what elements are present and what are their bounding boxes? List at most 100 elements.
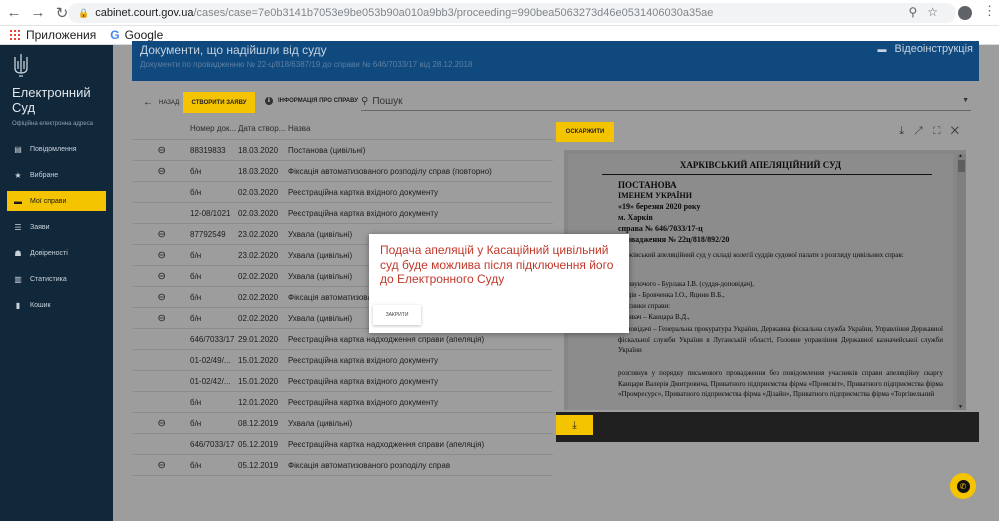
doc-case: справа № 646/7033/17-ц [618,224,703,233]
sidebar-item-notifications[interactable]: ▤ Повідомлення [7,139,106,159]
sidebar-item-statistics[interactable]: ▥ Статистика [7,269,106,289]
cell-name: Реєстраційна картка надходження справи (… [288,439,485,449]
doc-paragraph: розглянув у порядку письмового проваджен… [618,369,943,398]
document-scrollbar[interactable]: ▲ ▼ [957,153,966,410]
doc-type: ПОСТАНОВА [618,180,677,190]
scroll-up-icon[interactable]: ▲ [958,153,963,159]
create-application-button[interactable]: СТВОРИТИ ЗАЯВУ [183,92,255,113]
browser-menu-icon[interactable]: ⋮ [983,3,996,19]
column-header-name[interactable]: Назва [288,124,553,133]
cell-date: 29.01.2020 [238,334,279,344]
brand-line2: Суд [12,100,36,115]
cell-number: 646/7033/17 [190,439,235,449]
page-header: Документи, що надійшли від суду Документ… [132,41,979,81]
forward-arrow-icon[interactable]: → [26,4,50,21]
table-row[interactable]: ⊘ 88319833 18.03.2020 Постанова (цивільні) [133,140,553,161]
sidebar-item-my-cases[interactable]: ▬ Мої справи [7,191,106,211]
download-button[interactable]: ⤓ [556,415,593,435]
table-row[interactable]: ⊘ б/н 18.03.2020 Фіксація автоматизованого … [133,161,553,182]
back-arrow-icon[interactable]: ← [2,4,26,21]
brand-title: Електронний Суд [12,85,91,115]
appeal-button[interactable]: ОСКАРЖИТИ [556,122,614,142]
profile-avatar-icon[interactable] [958,6,972,20]
sidebar-item-favorites[interactable]: ★ Вибране [7,165,106,185]
video-instruction-label: Відеоінструкція [894,43,974,55]
attachment-icon: ⊘ [154,416,168,430]
table-header: Номер док... Дата створ... Назва [133,118,553,140]
brand-line1: Електронний [12,85,91,100]
table-row[interactable]: б/н 12.01.2020 Реєстраційна картка вхідног… [133,392,553,413]
cell-number: 01-02/42/... [190,376,231,386]
back-label: НАЗАД [159,99,180,106]
table-row[interactable]: 646/7033/17 05.12.2019 Реєстраційна картка… [133,434,553,455]
attachment-icon: ⊘ [154,458,168,472]
cell-date: 02.02.2020 [238,292,279,302]
people-icon: ☗ [14,248,22,258]
doc-court: ХАРКІВСЬКИЙ АПЕЛЯЦІЙНИЙ СУД [679,160,842,170]
dropdown-caret-icon[interactable]: ▼ [962,97,969,104]
star-icon: ★ [14,170,22,180]
sidebar-item-label: Повідомлення [30,145,77,153]
doc-divider [602,174,932,175]
cell-number: 01-02/49/... [190,355,231,365]
message-icon: ▤ [14,144,22,154]
cell-number: б/н [190,313,202,323]
scroll-down-icon[interactable]: ▼ [958,404,963,410]
table-row[interactable]: 01-02/42/... 15.01.2020 Реєстраційна картк… [133,371,553,392]
doc-line: головуючого - Бурлака І.В. (суддя-допові… [618,280,755,288]
info-dialog: Подача апеляцій у Касаційний цивільний с… [369,234,629,333]
open-external-icon[interactable]: ↗ [914,125,933,137]
fullscreen-icon[interactable]: ⛶ [933,125,951,137]
bookmark-google[interactable]: G Google [110,28,163,42]
callback-button[interactable]: ✆ [950,473,976,499]
sidebar-item-label: Вибране [30,171,59,179]
cell-date: 02.03.2020 [238,187,279,197]
table-row[interactable]: ⊘ б/н 05.12.2019 Фіксація автоматизованого … [133,455,553,476]
back-button[interactable]: ← НАЗАД [143,97,179,108]
doc-city: м. Харків [618,213,653,222]
page-subtitle: Документи по провадженню № 22-ц/818/6387… [140,60,473,69]
column-header-date[interactable]: Дата створ... [238,124,288,133]
sidebar-item-trash[interactable]: ▮ Кошик [7,295,106,315]
dialog-close-button[interactable]: ЗАКРИТИ [373,305,421,325]
close-icon[interactable]: ✕ [951,125,969,137]
video-instruction-link[interactable]: ▬ Відеоінструкція [878,43,974,55]
bookmark-apps[interactable]: Приложения [10,28,96,42]
sidebar-item-powers-of-attorney[interactable]: ☗ Довіреності [7,243,106,263]
attachment-icon: ⊘ [154,227,168,241]
cell-number: 646/7033/17 [190,334,235,344]
scrollbar-thumb[interactable] [958,160,965,172]
cell-date: 02.03.2020 [238,208,279,218]
attachment-icon: ⊘ [154,290,168,304]
doc-paragraph: відповідачі – Генеральна прокуратура Укр… [618,325,943,354]
google-g-icon: G [110,28,120,42]
attachment-icon: ⊘ [154,143,168,157]
cell-name: Реєстраційна картка вхідного документу [288,355,439,365]
trash-icon: ▮ [15,300,21,310]
cell-number: б/н [190,460,202,470]
table-row[interactable]: 01-02/49/... 15.01.2020 Реєстраційна картк… [133,350,553,371]
table-row[interactable]: ⊘ б/н 08.12.2019 Ухвала (цивільні) [133,413,553,434]
column-header-number[interactable]: Номер док... [189,124,238,133]
url-path: /cases/case=7e0b3141b7053e9be053b90a010a… [193,7,714,19]
folder-icon: ▬ [14,196,22,206]
zoom-star-icons[interactable]: ⚲☆ [908,5,948,19]
lock-icon: 🔒 [78,7,90,18]
sidebar-item-label: Заяви [30,223,50,231]
viewer-actions: ⤓↗⛶✕ [899,125,969,138]
address-bar[interactable]: 🔒 cabinet.court.gov.ua/cases/case=7e0b31… [68,3,956,23]
download-icon[interactable]: ⤓ [899,125,914,137]
cell-number: 87792549 [190,229,226,239]
sidebar-item-label: Кошик [30,301,51,309]
cell-date: 12.01.2020 [238,397,279,407]
sidebar-item-label: Довіреності [30,249,68,257]
table-row[interactable]: 12-08/1021 02.03.2020 Реєстраційна картка … [133,203,553,224]
case-info-button[interactable]: i ІНФОРМАЦІЯ ПРО СПРАВУ [265,97,358,105]
cell-name: Реєстраційна картка вхідного документу [288,376,439,386]
brand-subtitle: Офіційна електронна адреса [12,121,93,127]
cell-number: 12-08/1021 [190,208,231,218]
sidebar-item-applications[interactable]: ☰ Заяви [7,217,106,237]
search-input[interactable]: ⚲ Пошук ▼ [361,93,971,111]
attachment-icon: ⊘ [154,248,168,262]
table-row[interactable]: б/н 02.03.2020 Реєстраційна картка вхідног… [133,182,553,203]
